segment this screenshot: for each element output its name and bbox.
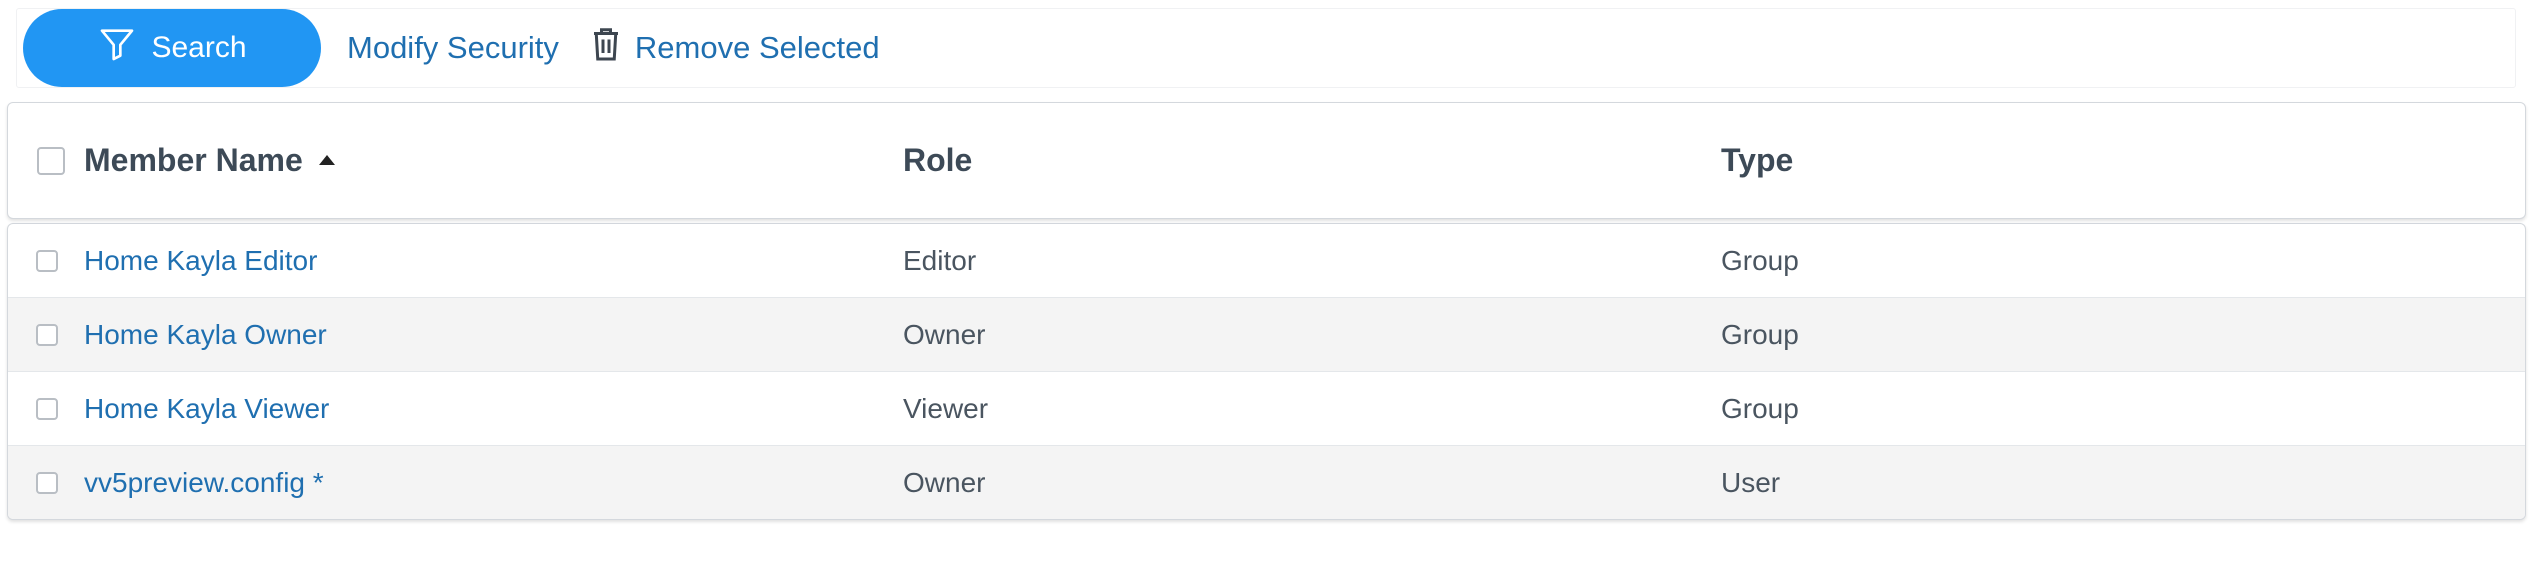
member-name-link[interactable]: Home Kayla Viewer	[84, 393, 329, 425]
type-cell: Group	[1721, 244, 1799, 276]
row-checkbox[interactable]	[36, 471, 58, 494]
table-row: Home Kayla Owner Owner Group	[8, 297, 2525, 371]
column-header-label: Role	[903, 142, 973, 178]
table-row: vv5preview.config * Owner User	[8, 445, 2525, 519]
row-checkbox[interactable]	[36, 397, 58, 420]
column-header-label: Member Name	[84, 142, 303, 178]
member-name-link[interactable]: Home Kayla Editor	[84, 245, 317, 277]
table-row: Home Kayla Viewer Viewer Group	[8, 371, 2525, 445]
members-table: Member Name Role Type Home Kayla Editor …	[7, 102, 2526, 520]
select-all-checkbox[interactable]	[37, 146, 65, 175]
search-button-label: Search	[151, 31, 247, 64]
role-cell: Editor	[903, 244, 977, 276]
column-header-role[interactable]: Role	[903, 142, 972, 179]
type-cell: User	[1721, 466, 1781, 498]
toolbar: Search Modify Security Remove Selected	[16, 8, 2516, 88]
type-cell: Group	[1721, 318, 1799, 350]
column-header-member-name[interactable]: Member Name	[84, 142, 335, 179]
table-body: Home Kayla Editor Editor Group Home Kayl…	[7, 223, 2526, 520]
role-cell: Owner	[903, 318, 986, 350]
column-header-label: Type	[1721, 142, 1794, 178]
remove-selected-label: Remove Selected	[634, 30, 880, 65]
modify-security-label: Modify Security	[347, 30, 559, 65]
table-row: Home Kayla Editor Editor Group	[8, 224, 2525, 297]
filter-icon	[97, 24, 137, 72]
search-button[interactable]: Search	[23, 9, 321, 87]
modify-security-link[interactable]: Modify Security	[347, 30, 559, 66]
member-name-link[interactable]: Home Kayla Owner	[84, 319, 327, 351]
role-cell: Viewer	[903, 392, 989, 424]
trash-icon	[591, 26, 621, 70]
role-cell: Owner	[903, 466, 986, 498]
row-checkbox[interactable]	[36, 249, 58, 272]
column-header-type[interactable]: Type	[1721, 142, 1793, 179]
row-checkbox[interactable]	[36, 323, 58, 346]
table-header: Member Name Role Type	[7, 102, 2526, 219]
member-name-link[interactable]: vv5preview.config *	[84, 467, 324, 499]
type-cell: Group	[1721, 392, 1799, 424]
sort-ascending-icon[interactable]	[318, 154, 335, 165]
remove-selected-link[interactable]: Remove Selected	[591, 26, 880, 70]
